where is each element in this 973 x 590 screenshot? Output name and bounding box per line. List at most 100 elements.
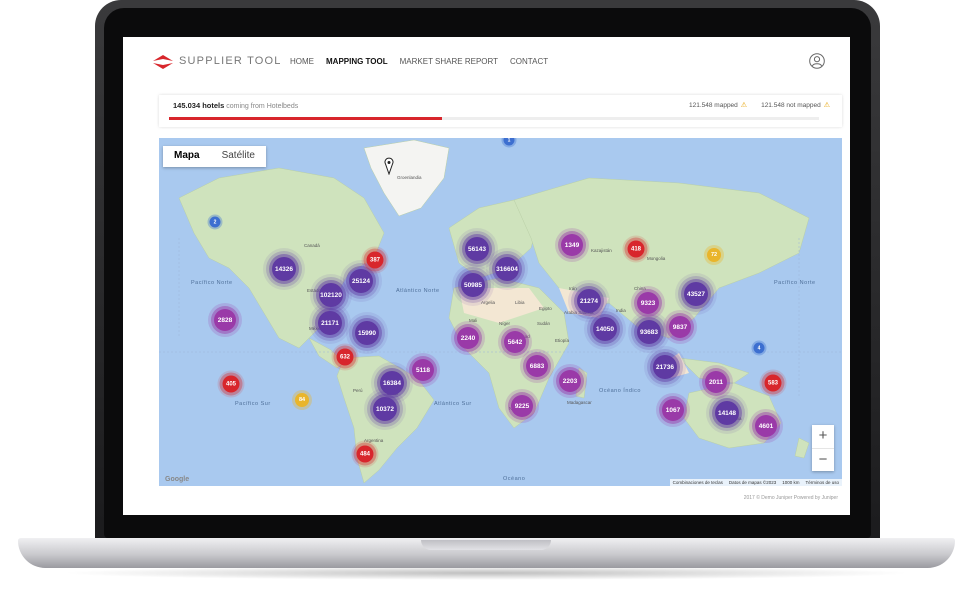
not-mapped-count: 121.548 not mapped [761, 102, 821, 109]
ocean-label: Océano [503, 476, 526, 482]
place-label: Egipto [539, 306, 552, 311]
map-type-mapa[interactable]: Mapa [163, 146, 211, 167]
place-label: India [616, 308, 626, 313]
mapping-stats: 121.548 mapped ⚠ 121.548 not mapped ⚠ [689, 101, 830, 109]
map-scale[interactable]: 1000 km [782, 480, 799, 485]
hotel-cluster[interactable]: 93683 [637, 320, 661, 344]
ocean-label: Atlántico Sur [434, 401, 472, 407]
place-label: Mongolia [647, 256, 666, 261]
mapping-progress-bar [169, 117, 819, 120]
place-label: Libia [515, 300, 525, 305]
place-label: Níger [499, 321, 511, 326]
place-label: Irán [569, 286, 577, 291]
mapped-stat[interactable]: 121.548 mapped ⚠ [689, 101, 747, 109]
hotel-cluster[interactable]: 2 [209, 216, 221, 228]
laptop-notch [421, 540, 551, 550]
hotel-cluster[interactable]: 10372 [373, 397, 397, 421]
hotel-cluster[interactable]: 14326 [272, 257, 296, 281]
hotel-cluster[interactable]: 21274 [577, 289, 601, 313]
ocean-label: Pacífico Norte [191, 280, 233, 286]
ocean-label: Pacífico Sur [235, 401, 271, 407]
place-label: Argelia [481, 300, 496, 305]
map-attribution: Combinaciones de teclas Datos de mapas ©… [669, 479, 842, 486]
place-label: Groenlandia [397, 175, 422, 180]
hotel-cluster[interactable]: 484 [356, 445, 374, 463]
ocean-label: Pacífico Norte [774, 280, 816, 286]
hotel-cluster[interactable]: 2011 [705, 371, 727, 393]
nav-market-share-report[interactable]: MARKET SHARE REPORT [400, 57, 498, 66]
hotel-cluster[interactable]: 5118 [412, 359, 434, 381]
laptop-shadow [60, 566, 913, 580]
place-label: Argentina [364, 438, 384, 443]
google-logo[interactable]: Google [165, 476, 189, 483]
hotel-cluster[interactable]: 14148 [715, 401, 739, 425]
user-account-icon[interactable] [809, 53, 825, 69]
hotel-cluster[interactable]: 387 [366, 251, 384, 269]
location-pin-icon[interactable] [384, 157, 394, 180]
mapping-progress-fill [169, 117, 442, 120]
place-label: Mali [469, 318, 478, 323]
hotel-cluster[interactable]: 9225 [511, 395, 533, 417]
hotel-cluster[interactable]: 4 [753, 342, 765, 354]
keyboard-shortcuts-link[interactable]: Combinaciones de teclas [673, 480, 723, 485]
place-label: Sudán [537, 321, 551, 326]
page-footer: 2017 © Demo Juniper Powered by Juniper [743, 495, 838, 501]
map-type-satelite[interactable]: Satélite [211, 146, 266, 167]
hotel-cluster[interactable]: 4601 [755, 415, 777, 437]
hotel-cluster[interactable]: 583 [764, 374, 782, 392]
hotel-cluster[interactable]: 405 [222, 375, 240, 393]
place-label: Etiopía [555, 338, 570, 343]
hotel-cluster[interactable]: 21736 [653, 355, 677, 379]
hotel-cluster[interactable]: 43527 [684, 282, 708, 306]
mapped-count: 121.548 mapped [689, 102, 738, 109]
nav-contact[interactable]: CONTACT [510, 57, 548, 66]
zoom-out-button[interactable]: − [812, 449, 834, 472]
hotel-cluster[interactable]: 9837 [669, 316, 691, 338]
hotel-cluster[interactable]: 102120 [319, 283, 343, 307]
map-data-credit: Datos de mapas ©2023 [728, 480, 777, 485]
nav-home[interactable]: HOME [290, 57, 314, 66]
hotel-cluster[interactable]: 14050 [593, 317, 617, 341]
hotel-cluster[interactable]: 5642 [504, 331, 526, 353]
hotel-cluster[interactable]: 25124 [349, 269, 373, 293]
download-not-mapped-icon[interactable]: ⚠ [824, 102, 830, 109]
hotels-count: 145.034 hotels [173, 101, 225, 110]
hotel-cluster[interactable]: 72 [707, 248, 721, 262]
hotel-cluster[interactable]: 418 [627, 240, 645, 258]
hotel-cluster[interactable]: 632 [336, 348, 354, 366]
ocean-label: Océano Índico [599, 388, 641, 394]
place-label: Madagascar [567, 400, 592, 405]
supplier-tool-logo-icon[interactable] [153, 55, 173, 69]
hotel-cluster[interactable]: 2828 [214, 309, 236, 331]
hotel-cluster[interactable]: 21171 [318, 311, 342, 335]
nav-mapping-tool[interactable]: MAPPING TOOL [326, 57, 388, 66]
hotel-status-bar: 145.034 hotels coming from Hotelbeds 121… [159, 95, 842, 127]
hotels-source: coming from Hotelbeds [226, 103, 299, 110]
hotel-cluster[interactable]: 56143 [465, 237, 489, 261]
app-screen: SUPPLIER TOOL HOME MAPPING TOOL MARKET S… [123, 37, 850, 515]
hotel-cluster[interactable]: 2203 [559, 370, 581, 392]
map-type-control: Mapa Satélite [163, 146, 266, 167]
brand-name[interactable]: SUPPLIER TOOL [179, 55, 282, 67]
hotel-cluster[interactable]: 16384 [380, 371, 404, 395]
hotel-cluster[interactable]: 50985 [461, 273, 485, 297]
not-mapped-stat[interactable]: 121.548 not mapped ⚠ [761, 101, 830, 109]
world-map[interactable]: Pacífico Norte Pacífico Norte Atlántico … [159, 138, 842, 486]
hotel-cluster[interactable]: 9323 [637, 292, 659, 314]
ocean-label: Atlántico Norte [396, 288, 440, 294]
zoom-in-button[interactable]: + [812, 425, 834, 449]
app-header: SUPPLIER TOOL HOME MAPPING TOOL MARKET S… [123, 37, 850, 87]
place-label: Kazajistán [591, 248, 612, 253]
hotel-cluster[interactable]: 2240 [457, 327, 479, 349]
main-nav: HOME MAPPING TOOL MARKET SHARE REPORT CO… [290, 57, 548, 66]
hotel-cluster[interactable]: 1349 [561, 234, 583, 256]
hotel-cluster[interactable]: 1067 [662, 399, 684, 421]
hotel-cluster[interactable]: 316604 [495, 257, 519, 281]
terms-link[interactable]: Términos de uso [805, 480, 839, 485]
hotel-cluster[interactable]: 84 [295, 393, 309, 407]
zoom-control: + − [812, 425, 834, 471]
download-mapped-icon[interactable]: ⚠ [741, 102, 747, 109]
hotel-summary: 145.034 hotels coming from Hotelbeds [173, 101, 298, 110]
hotel-cluster[interactable]: 15990 [355, 321, 379, 345]
hotel-cluster[interactable]: 6883 [526, 355, 548, 377]
